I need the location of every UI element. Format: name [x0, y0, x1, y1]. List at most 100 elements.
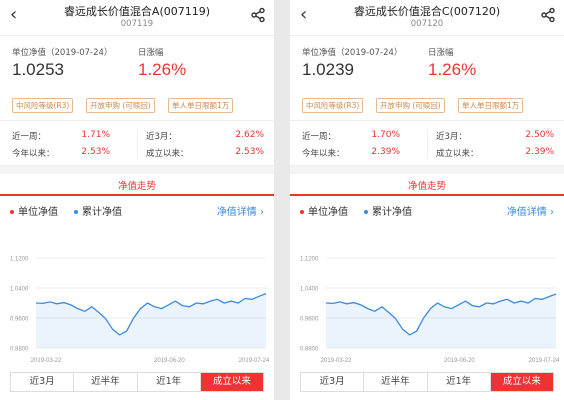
detail-label: 净值详情 [506, 207, 547, 218]
perf-label-3m: 近3月： [146, 132, 177, 142]
chart-legend: 单位净值 累计净值 净值详情 › [0, 196, 274, 222]
change-label: 日涨幅 [428, 48, 454, 58]
nav-label: 单位净值（2019-07-24） [302, 48, 403, 58]
legend-cumulative-nav: 累计净值 [364, 203, 412, 218]
legend-cum-label: 累计净值 [372, 207, 412, 218]
trend-tab[interactable]: 净值走势 [290, 174, 564, 196]
range-selector: 近3月 近半年 近1年 成立以来 [300, 372, 554, 392]
perf-value-week: 1.71% [81, 130, 110, 140]
perf-value-inception: 2.39% [525, 147, 554, 157]
x-tick-label: 2019-07-24 [239, 358, 270, 364]
share-icon[interactable] [250, 7, 266, 23]
risk-tag: 中风险等级(R3) [12, 98, 74, 113]
x-tick-label: 2019-03-22 [31, 358, 62, 364]
perf-value-ytd: 2.53% [81, 147, 110, 157]
change-label: 日涨幅 [138, 48, 164, 58]
perf-label-ytd: 今年以来： [302, 149, 345, 159]
range-1y[interactable]: 近1年 [428, 373, 491, 391]
blue-dot-icon [74, 210, 78, 214]
fund-title: 睿远成长价值混合C(007120) [353, 5, 501, 18]
limit-tag: 单人单日限额1万 [458, 98, 524, 113]
nav-detail-link[interactable]: 净值详情 › [507, 203, 554, 218]
change-value: 1.26% [428, 60, 477, 79]
perf-value-3m: 2.50% [525, 130, 554, 140]
share-icon[interactable] [540, 7, 556, 23]
y-tick-label: 1.1200 [300, 257, 319, 263]
red-dot-icon [300, 210, 304, 214]
perf-value-ytd: 2.39% [371, 147, 400, 157]
legend-unit-label: 单位净值 [308, 207, 348, 218]
perf-value-inception: 2.53% [235, 147, 264, 157]
perf-divider [137, 129, 138, 159]
change-value: 1.26% [138, 60, 187, 79]
range-inception[interactable]: 成立以来 [490, 373, 553, 391]
nav-summary: 单位净值（2019-07-24） 日涨幅 1.0239 1.26% [290, 36, 564, 94]
purchase-tag: 开放申购 (可赎回) [376, 98, 445, 113]
perf-label-week: 近一周： [12, 132, 47, 142]
nav-label: 单位净值（2019-07-24） [12, 48, 113, 58]
perf-value-3m: 2.62% [235, 130, 264, 140]
series-area [326, 294, 556, 348]
perf-label-week: 近一周： [302, 132, 337, 142]
x-tick-label: 2019-07-24 [529, 358, 560, 364]
y-tick-label: 0.9600 [10, 317, 29, 323]
section-separator [290, 166, 564, 174]
chevron-right-icon: › [260, 207, 264, 218]
legend-cumulative-nav: 累计净值 [74, 203, 122, 218]
nav-line-chart: 1.1200 1.0400 0.9600 0.88002019-03-22 2019-0… [10, 257, 270, 365]
nav-value: 1.0239 [302, 60, 354, 79]
range-3m[interactable]: 近3月 [301, 373, 365, 391]
nav-summary: 单位净值（2019-07-24） 日涨幅 1.0253 1.26% [0, 36, 274, 94]
fund-code: 007120 [410, 19, 444, 29]
perf-value-week: 1.70% [371, 130, 400, 140]
fund-panel-a: ‹ 睿远成长价值混合A(007119) 007119 单位净值（2019-07-… [0, 0, 274, 400]
red-dot-icon [10, 210, 14, 214]
legend-unit-label: 单位净值 [18, 207, 58, 218]
purchase-tag: 开放申购 (可赎回) [86, 98, 155, 113]
range-inception[interactable]: 成立以来 [200, 373, 263, 391]
risk-tag: 中风险等级(R3) [302, 98, 364, 113]
y-tick-label: 1.0400 [10, 287, 29, 293]
nav-value: 1.0253 [12, 60, 64, 79]
trend-title: 净值走势 [407, 181, 446, 192]
section-separator [0, 166, 274, 174]
legend-unit-nav: 单位净值 [300, 203, 348, 218]
nav-line-chart: 1.1200 1.0400 0.9600 0.88002019-03-22 2019-0… [300, 257, 560, 365]
perf-label-inception: 成立以来： [146, 149, 189, 159]
fund-code: 007119 [120, 19, 154, 29]
y-tick-label: 0.9600 [300, 317, 319, 323]
header: ‹ 睿远成长价值混合C(007120) 007120 [290, 0, 564, 36]
y-tick-label: 0.8800 [10, 347, 29, 353]
x-tick-label: 2019-06-20 [154, 358, 185, 364]
range-1y[interactable]: 近1年 [138, 373, 201, 391]
tag-row: 中风险等级(R3) 开放申购 (可赎回) 单人单日限额1万 [0, 94, 274, 120]
chevron-right-icon: › [550, 207, 554, 218]
y-tick-label: 1.1200 [10, 257, 29, 263]
performance-grid: 近一周： 1.70% 近3月： 2.50% 今年以来： 2.39% 成立以来： … [290, 120, 564, 166]
fund-title: 睿远成长价值混合A(007119) [63, 5, 211, 18]
legend-unit-nav: 单位净值 [10, 203, 58, 218]
perf-divider [427, 129, 428, 159]
range-6m[interactable]: 近半年 [74, 373, 138, 391]
y-tick-label: 0.8800 [300, 347, 319, 353]
perf-label-inception: 成立以来： [436, 149, 479, 159]
trend-tab[interactable]: 净值走势 [0, 174, 274, 196]
detail-label: 净值详情 [216, 207, 257, 218]
nav-detail-link[interactable]: 净值详情 › [217, 203, 264, 218]
range-6m[interactable]: 近半年 [364, 373, 428, 391]
fund-panel-c: ‹ 睿远成长价值混合C(007120) 007120 单位净值（2019-07-… [290, 0, 564, 400]
range-selector: 近3月 近半年 近1年 成立以来 [10, 372, 264, 392]
performance-grid: 近一周： 1.71% 近3月： 2.62% 今年以来： 2.53% 成立以来： … [0, 120, 274, 166]
chart-legend: 单位净值 累计净值 净值详情 › [290, 196, 564, 222]
y-tick-label: 1.0400 [300, 287, 319, 293]
perf-label-ytd: 今年以来： [12, 149, 55, 159]
perf-label-3m: 近3月： [436, 132, 467, 142]
x-tick-label: 2019-03-22 [321, 358, 352, 364]
blue-dot-icon [364, 210, 368, 214]
range-3m[interactable]: 近3月 [11, 373, 75, 391]
trend-title: 净值走势 [117, 181, 156, 192]
legend-cum-label: 累计净值 [82, 207, 122, 218]
tag-row: 中风险等级(R3) 开放申购 (可赎回) 单人单日限额1万 [290, 94, 564, 120]
x-tick-label: 2019-06-20 [444, 358, 475, 364]
header: ‹ 睿远成长价值混合A(007119) 007119 [0, 0, 274, 36]
